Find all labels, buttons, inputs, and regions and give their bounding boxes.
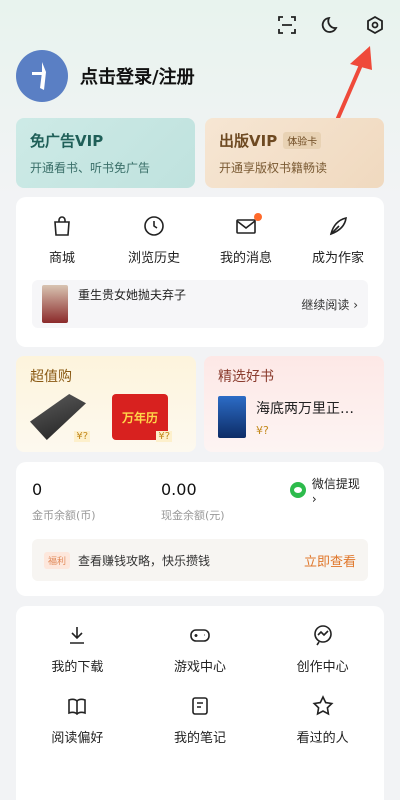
pick-book-info: 海底两万里正… ¥? [256, 398, 354, 437]
deals-title: 超值购 [30, 369, 72, 385]
service-label: 游戏中心 [173, 660, 226, 675]
recent-book-title: 重生贵女她抛夫弃子 [78, 288, 187, 302]
scan-icon[interactable] [276, 14, 298, 36]
moon-icon[interactable] [320, 14, 342, 36]
cash-label: 现金余额(元) [161, 509, 225, 522]
service-viewed-people[interactable]: 看过的人 [261, 695, 384, 746]
promo-cards: 超值购 ¥? 万年历 ¥? 精选好书 海底两万里正… ¥? [16, 356, 384, 452]
download-icon [70, 627, 85, 644]
service-game-center[interactable]: 游戏中心 [139, 624, 262, 675]
book-cover [42, 285, 68, 323]
publish-vip-title: 出版VIP [219, 132, 278, 150]
quick-item-label: 我的消息 [219, 251, 272, 266]
quick-item-label: 成为作家 [311, 251, 364, 266]
wallet-card: 0 金币余额(币) 0.00 现金余额(元) 微信提现 › 福利 查看赚钱攻略，… [16, 462, 384, 596]
picks-title: 精选好书 [218, 369, 274, 385]
cash-amount: 0.00 [161, 480, 197, 499]
publish-vip-card[interactable]: 出版VIP 体验卡 开通享版权书籍畅读 [205, 118, 384, 188]
publish-vip-title-row: 出版VIP 体验卡 [219, 130, 370, 151]
continue-reading-button[interactable]: 继续阅读 › [301, 296, 358, 313]
settings-icon[interactable] [364, 14, 386, 36]
quick-item-messages[interactable]: 我的消息 [206, 213, 286, 266]
service-label: 我的下载 [51, 660, 104, 675]
withdraw-label: 微信提现 › [311, 476, 360, 506]
pulse-chat-icon [313, 625, 332, 646]
unread-dot [254, 213, 262, 221]
quick-item-become-author[interactable]: 成为作家 [298, 215, 378, 266]
service-label: 看过的人 [296, 731, 349, 746]
services-card: 我的下载 游戏中心 创作中心 阅读偏好 我的笔记 看过的人 [16, 606, 384, 800]
deal-product-knife[interactable]: ¥? [30, 394, 90, 442]
cash-balance[interactable]: 0.00 现金余额(元) [161, 480, 290, 523]
avatar[interactable] [16, 50, 68, 102]
welfare-text: 查看赚钱攻略，快乐攒钱 [78, 553, 211, 568]
recent-reading-bar[interactable]: 重生贵女她抛夫弃子 继续阅读 › [32, 280, 368, 328]
gamepad-icon [190, 629, 210, 642]
pick-book-price: ¥? [256, 423, 269, 437]
feather-pen-icon [329, 216, 347, 236]
deal-price: ¥? [156, 431, 172, 442]
calendar-label: 万年历 [121, 410, 158, 425]
view-now-button[interactable]: 立即查看 [304, 551, 356, 570]
star-icon [312, 695, 334, 716]
service-creation-center[interactable]: 创作中心 [261, 624, 384, 675]
coin-label: 金币余额(币) [32, 509, 96, 522]
trial-card-tag: 体验卡 [283, 132, 322, 149]
service-my-notes[interactable]: 我的笔记 [139, 695, 262, 746]
deal-products: ¥? 万年历 ¥? [30, 394, 182, 442]
coin-amount: 0 [32, 480, 43, 499]
publish-vip-subtitle: 开通享版权书籍畅读 [219, 161, 328, 175]
open-book-icon [68, 698, 87, 716]
balance-row: 0 金币余额(币) 0.00 现金余额(元) 微信提现 › [32, 477, 368, 523]
vip-cards: 免广告VIP 开通看书、听书免广告 出版VIP 体验卡 开通享版权书籍畅读 [16, 118, 384, 188]
ad-free-vip-title: 免广告VIP [30, 132, 104, 150]
service-label: 创作中心 [296, 660, 349, 675]
deal-product-calendar[interactable]: 万年历 ¥? [112, 394, 172, 442]
pick-book-cover [218, 396, 246, 438]
note-icon [192, 697, 208, 715]
profile-header[interactable]: 点击登录/注册 [16, 50, 195, 102]
shopping-bag-icon [54, 216, 70, 236]
quick-item-store[interactable]: 商城 [22, 215, 102, 266]
wechat-withdraw-button[interactable]: 微信提现 › [290, 477, 368, 506]
service-downloads[interactable]: 我的下载 [16, 624, 139, 675]
quick-item-history[interactable]: 浏览历史 [114, 215, 194, 266]
ad-free-vip-subtitle: 开通看书、听书免广告 [30, 161, 151, 175]
quick-item-label: 商城 [48, 251, 75, 266]
services-grid: 我的下载 游戏中心 创作中心 阅读偏好 我的笔记 看过的人 [16, 606, 384, 746]
clock-icon [144, 216, 164, 236]
service-reading-preference[interactable]: 阅读偏好 [16, 695, 139, 746]
service-label: 我的笔记 [173, 731, 226, 746]
coin-balance[interactable]: 0 金币余额(币) [32, 480, 161, 523]
quick-item-label: 浏览历史 [127, 251, 180, 266]
pick-book[interactable]: 海底两万里正… ¥? [218, 396, 370, 438]
quick-actions: 商城 浏览历史 我的消息 成为作家 [16, 197, 384, 266]
quick-actions-card: 商城 浏览历史 我的消息 成为作家 重生贵女她抛夫弃子 继续阅读 › [16, 197, 384, 347]
ad-free-vip-card[interactable]: 免广告VIP 开通看书、听书免广告 [16, 118, 195, 188]
top-toolbar [276, 14, 386, 36]
picks-card[interactable]: 精选好书 海底两万里正… ¥? [204, 356, 384, 452]
welfare-badge: 福利 [44, 551, 71, 569]
wechat-icon [290, 482, 306, 498]
service-label: 阅读偏好 [51, 731, 104, 746]
login-link[interactable]: 点击登录/注册 [80, 63, 195, 89]
deal-price: ¥? [74, 431, 90, 442]
pick-book-title: 海底两万里正… [256, 400, 354, 417]
deals-card[interactable]: 超值购 ¥? 万年历 ¥? [16, 356, 196, 452]
welfare-banner[interactable]: 福利 查看赚钱攻略，快乐攒钱 立即查看 [32, 539, 368, 581]
